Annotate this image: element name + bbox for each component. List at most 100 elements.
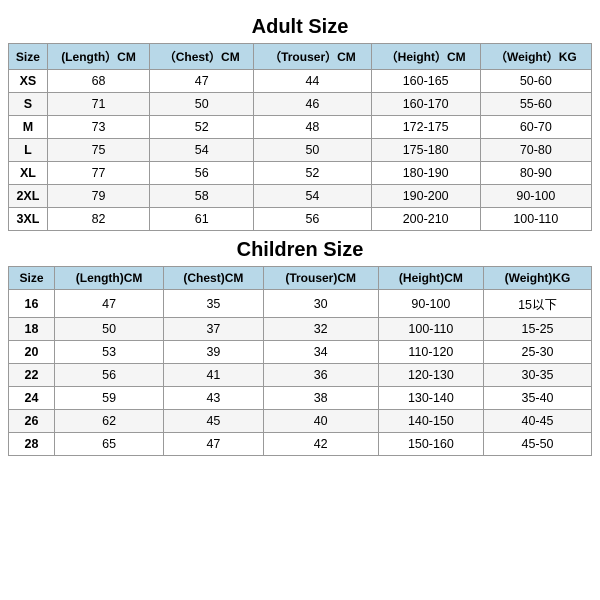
table-cell: 45 <box>164 410 263 433</box>
size-label: 20 <box>9 341 55 364</box>
adult-col-header: （Chest）CM <box>150 44 254 70</box>
size-label: 28 <box>9 433 55 456</box>
table-cell: 172-175 <box>371 116 480 139</box>
table-cell: 41 <box>164 364 263 387</box>
table-cell: 43 <box>164 387 263 410</box>
table-cell: 58 <box>150 185 254 208</box>
table-row: 18503732100-11015-25 <box>9 318 592 341</box>
table-cell: 56 <box>54 364 163 387</box>
table-cell: 82 <box>47 208 149 231</box>
table-cell: 35 <box>164 290 263 318</box>
table-cell: 45-50 <box>484 433 592 456</box>
table-row: XL775652180-19080-90 <box>9 162 592 185</box>
table-cell: 52 <box>150 116 254 139</box>
size-label: 18 <box>9 318 55 341</box>
children-col-header: (Height)CM <box>378 267 483 290</box>
table-cell: 38 <box>263 387 378 410</box>
table-cell: 37 <box>164 318 263 341</box>
table-cell: 56 <box>150 162 254 185</box>
table-cell: 47 <box>54 290 163 318</box>
table-cell: 61 <box>150 208 254 231</box>
table-cell: 190-200 <box>371 185 480 208</box>
table-cell: 180-190 <box>371 162 480 185</box>
table-cell: 60-70 <box>480 116 591 139</box>
table-cell: 90-100 <box>480 185 591 208</box>
size-label: L <box>9 139 48 162</box>
table-row: M735248172-17560-70 <box>9 116 592 139</box>
adult-col-header: （Trouser）CM <box>254 44 371 70</box>
table-cell: 44 <box>254 70 371 93</box>
adult-col-header: （Weight）KG <box>480 44 591 70</box>
table-cell: 160-170 <box>371 93 480 116</box>
table-cell: 50-60 <box>480 70 591 93</box>
table-cell: 80-90 <box>480 162 591 185</box>
table-cell: 55-60 <box>480 93 591 116</box>
size-label: 24 <box>9 387 55 410</box>
table-row: 28654742150-16045-50 <box>9 433 592 456</box>
size-label: 22 <box>9 364 55 387</box>
table-cell: 59 <box>54 387 163 410</box>
table-cell: 77 <box>47 162 149 185</box>
adult-size-table: Size(Length）CM（Chest）CM（Trouser）CM（Heigh… <box>8 43 592 231</box>
table-cell: 36 <box>263 364 378 387</box>
table-cell: 65 <box>54 433 163 456</box>
table-cell: 53 <box>54 341 163 364</box>
adult-col-header: （Height）CM <box>371 44 480 70</box>
table-row: L755450175-18070-80 <box>9 139 592 162</box>
table-cell: 34 <box>263 341 378 364</box>
size-label: 3XL <box>9 208 48 231</box>
table-cell: 160-165 <box>371 70 480 93</box>
table-cell: 47 <box>164 433 263 456</box>
table-cell: 100-110 <box>480 208 591 231</box>
table-cell: 90-100 <box>378 290 483 318</box>
table-row: 24594338130-14035-40 <box>9 387 592 410</box>
table-cell: 15-25 <box>484 318 592 341</box>
size-label: M <box>9 116 48 139</box>
size-label: XL <box>9 162 48 185</box>
table-row: 2XL795854190-20090-100 <box>9 185 592 208</box>
table-cell: 110-120 <box>378 341 483 364</box>
table-cell: 200-210 <box>371 208 480 231</box>
table-cell: 47 <box>150 70 254 93</box>
table-cell: 52 <box>254 162 371 185</box>
table-cell: 120-130 <box>378 364 483 387</box>
table-cell: 150-160 <box>378 433 483 456</box>
table-cell: 130-140 <box>378 387 483 410</box>
table-cell: 32 <box>263 318 378 341</box>
table-cell: 175-180 <box>371 139 480 162</box>
table-cell: 54 <box>150 139 254 162</box>
size-label: XS <box>9 70 48 93</box>
children-col-header: (Chest)CM <box>164 267 263 290</box>
table-row: XS684744160-16550-60 <box>9 70 592 93</box>
table-cell: 68 <box>47 70 149 93</box>
children-size-table: Size(Length)CM(Chest)CM(Trouser)CM(Heigh… <box>8 266 592 456</box>
adult-size-title: Adult Size <box>8 10 592 43</box>
table-cell: 39 <box>164 341 263 364</box>
table-cell: 140-150 <box>378 410 483 433</box>
table-cell: 48 <box>254 116 371 139</box>
table-row: 1647353090-10015以下 <box>9 290 592 318</box>
size-label: 2XL <box>9 185 48 208</box>
table-row: 20533934110-12025-30 <box>9 341 592 364</box>
table-cell: 50 <box>254 139 371 162</box>
children-col-header: (Weight)KG <box>484 267 592 290</box>
table-cell: 79 <box>47 185 149 208</box>
table-cell: 73 <box>47 116 149 139</box>
size-label: 26 <box>9 410 55 433</box>
size-label: 16 <box>9 290 55 318</box>
table-cell: 40-45 <box>484 410 592 433</box>
adult-col-header: (Length）CM <box>47 44 149 70</box>
table-cell: 30-35 <box>484 364 592 387</box>
table-cell: 50 <box>54 318 163 341</box>
table-cell: 25-30 <box>484 341 592 364</box>
table-cell: 100-110 <box>378 318 483 341</box>
children-col-header: (Length)CM <box>54 267 163 290</box>
table-cell: 75 <box>47 139 149 162</box>
table-cell: 50 <box>150 93 254 116</box>
table-cell: 54 <box>254 185 371 208</box>
table-cell: 42 <box>263 433 378 456</box>
table-cell: 56 <box>254 208 371 231</box>
table-cell: 62 <box>54 410 163 433</box>
table-cell: 30 <box>263 290 378 318</box>
table-cell: 40 <box>263 410 378 433</box>
